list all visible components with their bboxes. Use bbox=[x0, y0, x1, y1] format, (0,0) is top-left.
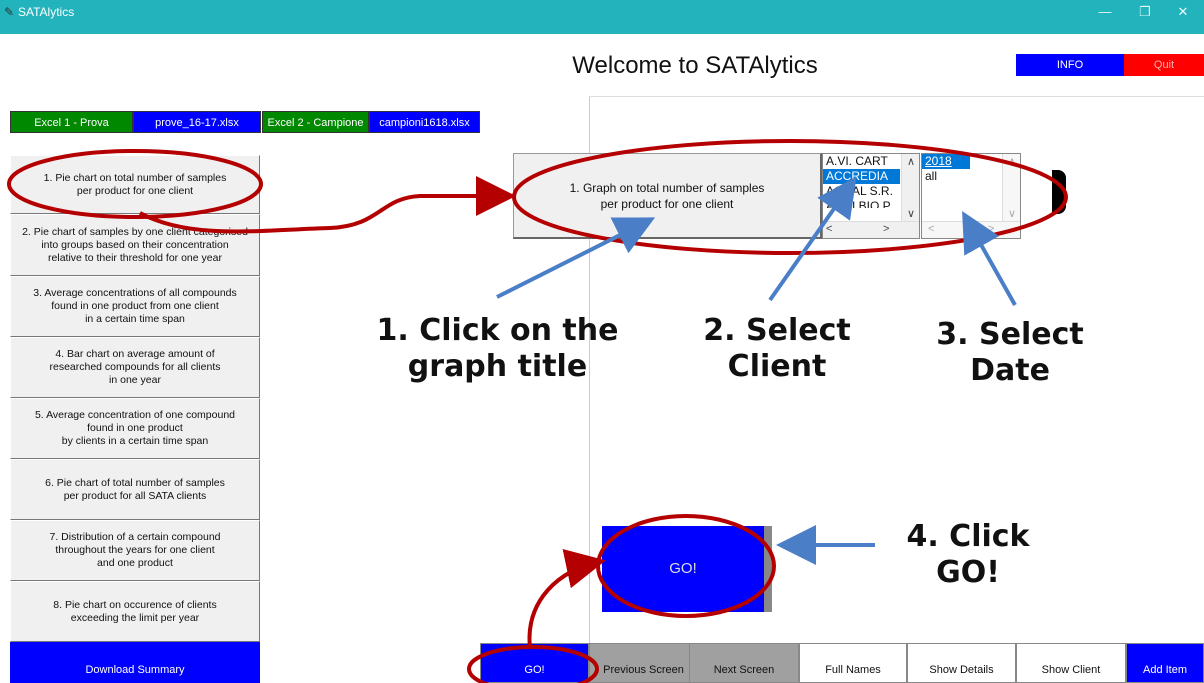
scroll-down-icon[interactable]: ∨ bbox=[1008, 207, 1016, 220]
add-item-button[interactable]: Add Item bbox=[1126, 643, 1204, 683]
excel2-file-button[interactable]: campioni1618.xlsx bbox=[369, 111, 480, 133]
red-connector-arrow-bottom bbox=[527, 549, 606, 649]
scroll-down-icon[interactable]: ∨ bbox=[907, 207, 915, 220]
date-vertical-scrollbar[interactable]: ∧ ∨ bbox=[1002, 154, 1020, 222]
callout-step-3: 3. Select Date bbox=[936, 317, 1084, 388]
scroll-up-icon[interactable]: ∧ bbox=[1008, 155, 1016, 168]
graph-option-8[interactable]: 8. Pie chart on occurence of clients exc… bbox=[10, 581, 260, 642]
client-vertical-scrollbar[interactable]: ∧ ∨ bbox=[901, 154, 919, 222]
window-title: SATAlytics bbox=[18, 5, 75, 19]
scroll-left-icon[interactable]: < bbox=[826, 223, 832, 235]
previous-screen-button[interactable]: Previous Screen bbox=[589, 643, 698, 683]
scroll-left-icon[interactable]: < bbox=[928, 223, 934, 235]
excel2-label: Excel 2 - Campione bbox=[262, 111, 369, 133]
window-titlebar: ✎ SATAlytics — ❐ ✕ bbox=[0, 0, 1204, 34]
date-option-selected[interactable]: 2018 bbox=[922, 154, 970, 169]
close-button[interactable]: ✕ bbox=[1168, 4, 1198, 20]
scroll-right-icon[interactable]: > bbox=[988, 223, 994, 235]
graph-option-5[interactable]: 5. Average concentration of one compound… bbox=[10, 398, 260, 459]
selected-graph-title[interactable]: 1. Graph on total number of samples per … bbox=[513, 153, 822, 239]
info-button[interactable]: INFO bbox=[1016, 54, 1124, 76]
minimize-button[interactable]: — bbox=[1090, 4, 1120, 20]
callout-step-1: 1. Click on the graph title bbox=[376, 313, 619, 384]
show-details-button[interactable]: Show Details bbox=[907, 643, 1016, 683]
quit-button[interactable]: Quit bbox=[1124, 54, 1204, 76]
go-button-large[interactable]: GO! bbox=[602, 526, 772, 612]
feather-icon: ✎ bbox=[4, 5, 15, 19]
go-button[interactable]: GO! bbox=[480, 643, 589, 683]
date-horizontal-scrollbar[interactable]: < > bbox=[922, 221, 1020, 238]
scroll-up-icon[interactable]: ∧ bbox=[907, 155, 915, 168]
maximize-button[interactable]: ❐ bbox=[1130, 4, 1160, 20]
graph-menu: 1. Pie chart on total number of samples … bbox=[10, 155, 260, 642]
page-title: Welcome to SATAlytics bbox=[572, 52, 818, 79]
client-horizontal-scrollbar[interactable]: < > bbox=[823, 221, 919, 238]
client-option-selected[interactable]: ACCREDIA bbox=[823, 169, 900, 184]
panel-edge-tab bbox=[1052, 170, 1066, 214]
callout-step-2: 2. Select Client bbox=[703, 313, 851, 384]
download-summary-button[interactable]: Download Summary bbox=[10, 642, 260, 683]
graph-option-2[interactable]: 2. Pie chart of samples by one client ca… bbox=[10, 214, 260, 276]
graph-option-7[interactable]: 7. Distribution of a certain compound th… bbox=[10, 520, 260, 581]
client-listbox[interactable]: A.VI. CART ACCREDIA AGRAL S.R. AGRI BIO … bbox=[822, 153, 920, 239]
graph-option-3[interactable]: 3. Average concentrations of all compoun… bbox=[10, 276, 260, 337]
excel1-label: Excel 1 - Prova bbox=[10, 111, 133, 133]
date-listbox[interactable]: 2018 all ∧ ∨ < > bbox=[921, 153, 1021, 239]
next-screen-button[interactable]: Next Screen bbox=[689, 643, 799, 683]
graph-option-6[interactable]: 6. Pie chart of total number of samples … bbox=[10, 459, 260, 520]
excel1-file-button[interactable]: prove_16-17.xlsx bbox=[133, 111, 261, 133]
show-client-button[interactable]: Show Client bbox=[1016, 643, 1126, 683]
scroll-right-icon[interactable]: > bbox=[883, 223, 889, 235]
graph-option-4[interactable]: 4. Bar chart on average amount of resear… bbox=[10, 337, 260, 398]
graph-option-1[interactable]: 1. Pie chart on total number of samples … bbox=[10, 155, 260, 214]
callout-step-4: 4. Click GO! bbox=[906, 519, 1030, 590]
full-names-button[interactable]: Full Names bbox=[799, 643, 907, 683]
